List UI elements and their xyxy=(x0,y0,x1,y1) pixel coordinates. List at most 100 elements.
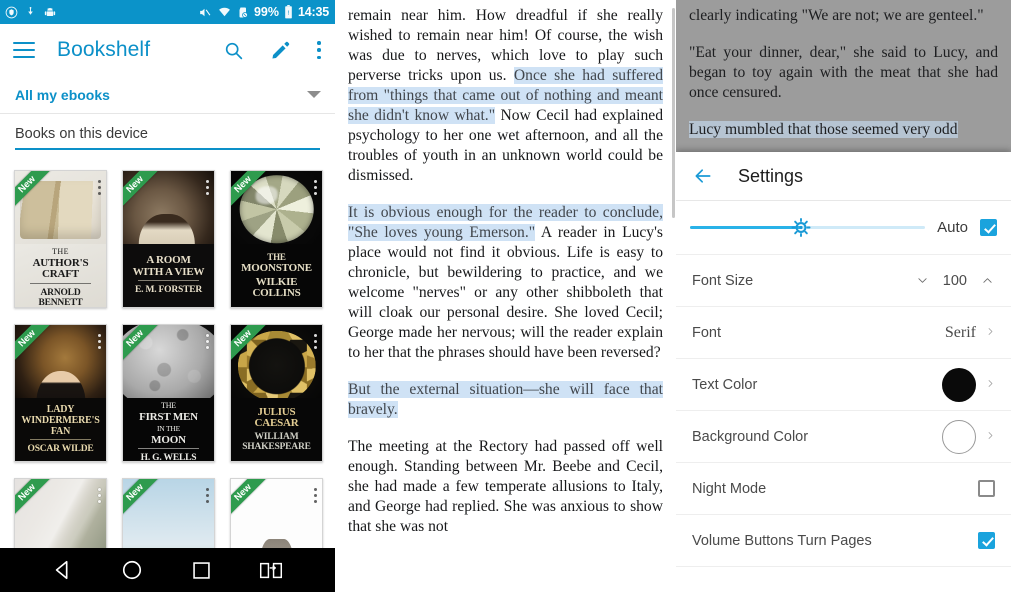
usb-icon xyxy=(25,5,36,19)
settings-header: Settings xyxy=(676,152,1011,200)
book-cell[interactable]: A ROOM WITH A VIEW E. M. FORSTER New xyxy=(122,170,215,308)
book-cell[interactable]: LADY WINDERMERE'S FAN OSCAR WILDE New xyxy=(14,324,107,462)
reader-scrollbar[interactable] xyxy=(672,8,675,218)
settings-row-volume-buttons[interactable]: Volume Buttons Turn Pages xyxy=(676,515,1011,567)
book-overflow-icon[interactable] xyxy=(313,488,317,503)
book-cover-the-moonstone[interactable]: THE MOONSTONE WILKIE COLLINS New xyxy=(230,170,323,308)
section-header: Books on this device xyxy=(0,114,335,156)
shelf-selector[interactable]: All my ebooks xyxy=(0,76,335,114)
chevron-right-icon[interactable] xyxy=(986,428,995,446)
pencil-edit-icon[interactable] xyxy=(270,40,291,61)
mute-icon xyxy=(197,6,212,19)
cover-artwork xyxy=(138,213,195,245)
app-bar-actions xyxy=(223,40,321,61)
auto-brightness-label: Auto xyxy=(937,219,968,236)
nav-home-circle-icon[interactable] xyxy=(121,559,143,581)
dimmed-paragraph: Lucy mumbled that those seemed very odd xyxy=(689,120,998,140)
book-cover-authors-craft[interactable]: THE AUTHOR'S CRAFT ARNOLD BENNETT New xyxy=(14,170,107,308)
chevron-right-icon[interactable] xyxy=(986,376,995,394)
reader-panel[interactable]: remain near him. How dreadful if she rea… xyxy=(335,0,676,592)
settings-row-font[interactable]: Font Serif xyxy=(676,307,1011,359)
night-mode-checkbox[interactable] xyxy=(978,480,995,497)
paragraph-text: A reader in Lucy's place would not find … xyxy=(348,224,663,361)
paragraph-text: The meeting at the Rectory had passed of… xyxy=(348,438,663,535)
book-title: A ROOM WITH A VIEW xyxy=(132,254,205,278)
book-author: WILLIAM SHAKESPEARE xyxy=(242,431,311,453)
book-cell[interactable]: THE FIRST MEN IN THE MOON H. G. WELLS New xyxy=(122,324,215,462)
app-bar: Bookshelf xyxy=(0,24,335,76)
shield-icon xyxy=(5,6,18,19)
book-overflow-icon[interactable] xyxy=(313,334,317,349)
chevron-up-icon[interactable] xyxy=(980,275,995,286)
book-cell[interactable]: THE MOONSTONE WILKIE COLLINS New xyxy=(230,170,323,308)
wifi-icon xyxy=(217,6,232,19)
shelf-selector-label: All my ebooks xyxy=(15,86,110,103)
cover-artwork xyxy=(35,370,86,399)
book-cell[interactable]: JULIUS CAESAR WILLIAM SHAKESPEARE New xyxy=(230,324,323,462)
brightness-sun-icon[interactable] xyxy=(791,218,811,237)
android-robot-icon xyxy=(43,6,57,19)
brightness-row: Auto xyxy=(676,201,1011,255)
book-cover-a-room-with-a-view[interactable]: A ROOM WITH A VIEW E. M. FORSTER New xyxy=(122,170,215,308)
page-title: Bookshelf xyxy=(57,38,151,61)
book-title: JULIUS CAESAR xyxy=(254,405,299,430)
nav-back-triangle-icon[interactable] xyxy=(52,559,74,581)
auto-brightness-checkbox[interactable] xyxy=(980,219,997,236)
row-label: Night Mode xyxy=(692,480,767,497)
book-overflow-icon[interactable] xyxy=(97,334,101,349)
volume-buttons-checkbox[interactable] xyxy=(978,532,995,549)
cover-artwork xyxy=(20,181,101,239)
chevron-down-icon[interactable] xyxy=(915,275,930,286)
status-bar-left-icons xyxy=(5,5,57,19)
book-overflow-icon[interactable] xyxy=(313,180,317,195)
book-cover-lady-windermeres-fan[interactable]: LADY WINDERMERE'S FAN OSCAR WILDE New xyxy=(14,324,107,462)
book-cover-julius-caesar[interactable]: JULIUS CAESAR WILLIAM SHAKESPEARE New xyxy=(230,324,323,462)
section-underline xyxy=(15,148,320,150)
search-icon[interactable] xyxy=(223,40,244,61)
chevron-down-icon[interactable] xyxy=(307,91,321,98)
settings-row-text-color[interactable]: Text Color xyxy=(676,359,1011,411)
overflow-menu-icon[interactable] xyxy=(317,41,321,59)
svg-text:!: ! xyxy=(288,10,290,17)
font-value: Serif xyxy=(944,323,976,341)
font-size-stepper[interactable]: 100 xyxy=(915,273,995,289)
book-author: E. M. FORSTER xyxy=(134,285,203,296)
chevron-right-icon[interactable] xyxy=(986,324,995,342)
book-overflow-icon[interactable] xyxy=(97,488,101,503)
book-author: WILKIE COLLINS xyxy=(252,275,301,300)
settings-title: Settings xyxy=(738,165,804,186)
settings-row-night-mode[interactable]: Night Mode xyxy=(676,463,1011,515)
nav-recents-square-icon[interactable] xyxy=(191,560,212,581)
settings-panel: clearly indicating "We are not; we are g… xyxy=(676,0,1011,592)
book-title: THE AUTHOR'S CRAFT xyxy=(32,247,89,281)
book-row: LADY WINDERMERE'S FAN OSCAR WILDE New TH… xyxy=(0,324,335,462)
book-grid: THE AUTHOR'S CRAFT ARNOLD BENNETT New A … xyxy=(0,156,335,592)
settings-row-background-color[interactable]: Background Color xyxy=(676,411,1011,463)
background-color-swatch[interactable] xyxy=(942,419,976,454)
book-author: H. G. WELLS xyxy=(140,453,197,462)
book-cell[interactable]: THE AUTHOR'S CRAFT ARNOLD BENNETT New xyxy=(14,170,107,308)
settings-row-font-size[interactable]: Font Size 100 xyxy=(676,255,1011,307)
text-color-swatch[interactable] xyxy=(942,367,976,402)
book-overflow-icon[interactable] xyxy=(205,488,209,503)
book-overflow-icon[interactable] xyxy=(97,180,101,195)
book-overflow-icon[interactable] xyxy=(205,334,209,349)
book-overflow-icon[interactable] xyxy=(205,180,209,195)
section-title: Books on this device xyxy=(15,126,148,142)
font-size-value: 100 xyxy=(942,272,967,289)
dimmed-paragraph: clearly indicating "We are not; we are g… xyxy=(689,7,984,24)
row-label: Font Size xyxy=(692,272,754,289)
highlighted-text[interactable]: But the external situation—she will face… xyxy=(348,381,663,418)
book-title: THE MOONSTONE xyxy=(241,251,312,275)
hamburger-menu-icon[interactable] xyxy=(13,42,35,58)
row-label: Text Color xyxy=(692,376,758,393)
back-arrow-icon[interactable] xyxy=(692,166,714,186)
nav-screenshot-icon[interactable] xyxy=(259,560,283,581)
settings-sheet: Settings Auto Font Size 100 Font Serif T… xyxy=(676,152,1011,592)
app-screen: 99% ! 14:35 Bookshelf All my ebooks Book… xyxy=(0,0,1011,592)
battery-percent-label: 99% xyxy=(253,5,280,19)
clock-label: 14:35 xyxy=(298,5,329,19)
book-cover-the-first-men-in-the-moon[interactable]: THE FIRST MEN IN THE MOON H. G. WELLS New xyxy=(122,324,215,462)
brightness-slider[interactable] xyxy=(690,217,926,239)
reader-paragraph: The meeting at the Rectory had passed of… xyxy=(348,437,663,537)
